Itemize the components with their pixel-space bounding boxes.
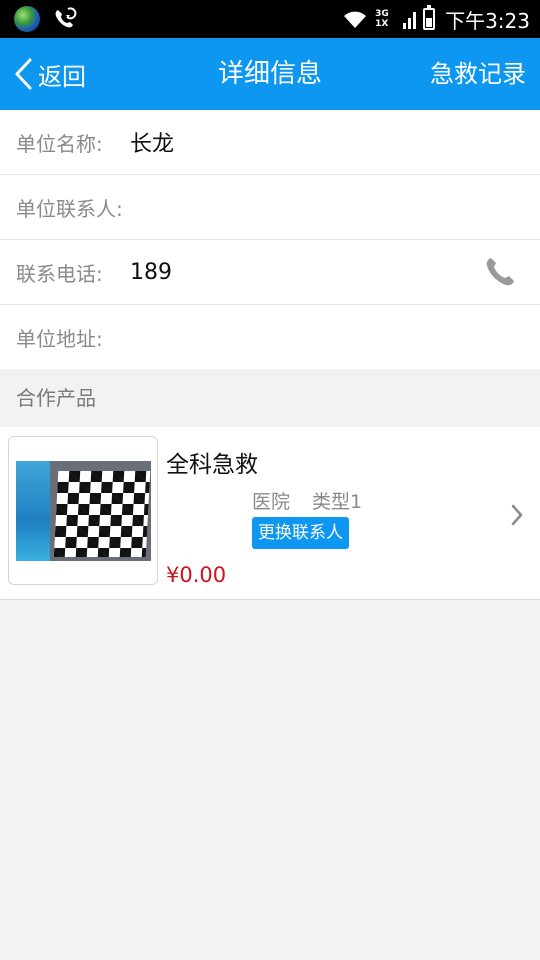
status-bar: 3G 1X 下午3:23 (0, 0, 540, 38)
unit-contact-row: 单位联系人: (0, 175, 540, 240)
product-type: 类型1 (312, 491, 363, 513)
contact-phone-value: 189 (130, 259, 172, 285)
contact-phone-label: 联系电话: (16, 261, 103, 286)
product-thumbnail (8, 436, 158, 585)
battery-icon (423, 5, 436, 30)
wifi-icon (344, 11, 367, 28)
back-label: 返回 (38, 62, 86, 91)
emergency-records-button[interactable]: 急救记录 (430, 38, 526, 110)
product-price: ¥0.00 (166, 563, 227, 587)
unit-info: 单位名称: 长龙 单位联系人: 联系电话: 189 单位地址: (0, 110, 540, 370)
nav-bar: 返回 详细信息 急救记录 (0, 38, 540, 110)
product-meta: 医院 类型1 (252, 487, 362, 514)
phone-missed-icon (55, 7, 77, 28)
back-button[interactable]: 返回 (12, 38, 86, 110)
unit-address-row: 单位地址: (0, 305, 540, 370)
product-item[interactable]: 全科急救 医院 类型1 更换联系人 ¥0.00 (0, 427, 540, 600)
product-name: 全科急救 (166, 452, 258, 478)
globe-icon (14, 6, 40, 32)
change-contact-button[interactable]: 更换联系人 (252, 517, 349, 549)
unit-contact-label: 单位联系人: (16, 196, 123, 221)
unit-name-label: 单位名称: (16, 131, 103, 156)
game-box-image (16, 461, 50, 561)
chevron-left-icon (15, 58, 32, 90)
network-label-3g: 3G (375, 9, 389, 19)
product-org: 医院 (252, 491, 291, 513)
signal-icon (403, 12, 417, 29)
unit-address-label: 单位地址: (16, 327, 103, 351)
network-label-1x: 1X (375, 19, 389, 29)
unit-name-value: 长龙 (130, 132, 175, 157)
chevron-right-icon (511, 504, 523, 526)
phone-call-icon[interactable] (484, 256, 516, 288)
products-section-header: 合作产品 (0, 369, 540, 427)
unit-name-row: 单位名称: 长龙 (0, 110, 540, 175)
status-right: 3G 1X 下午3:23 (341, 0, 530, 38)
contact-phone-row: 联系电话: 189 (0, 240, 540, 305)
network-type: 3G 1X (375, 9, 397, 29)
status-time: 下午3:23 (445, 8, 530, 33)
product-image (16, 461, 151, 561)
chessboard-image (53, 471, 151, 557)
